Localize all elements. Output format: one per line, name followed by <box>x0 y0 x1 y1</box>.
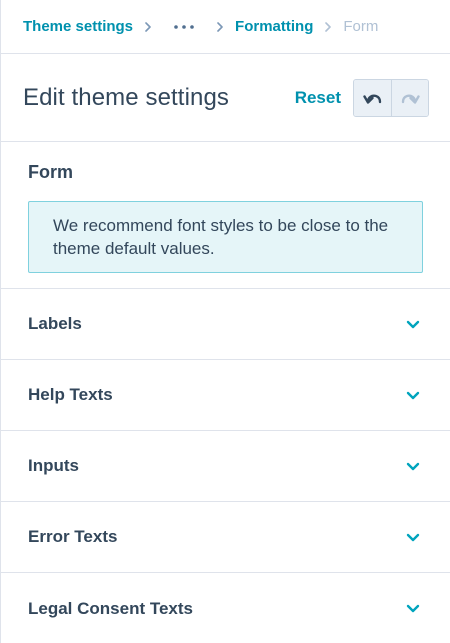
section-title: Form <box>28 162 73 182</box>
theme-settings-panel: Theme settings Formatting Form Edit them… <box>0 0 450 643</box>
chevron-right-icon <box>317 19 339 35</box>
breadcrumb-more-icon[interactable] <box>169 17 199 37</box>
accordion-label: Inputs <box>28 456 79 475</box>
chevron-down-icon <box>406 319 420 329</box>
chevron-down-icon <box>406 604 420 614</box>
accordion-error-texts[interactable]: Error Texts <box>1 502 450 573</box>
accordion-legal-consent-texts[interactable]: Legal Consent Texts <box>1 573 450 643</box>
undo-icon <box>362 94 381 104</box>
breadcrumb-formatting[interactable]: Formatting <box>235 18 313 35</box>
info-notice: We recommend font styles to be close to … <box>28 201 423 273</box>
reset-button[interactable]: Reset <box>295 88 341 108</box>
form-section: Form We recommend font styles to be clos… <box>1 142 450 289</box>
accordion-labels[interactable]: Labels <box>1 289 450 360</box>
chevron-down-icon <box>406 390 420 400</box>
breadcrumb-theme-settings[interactable]: Theme settings <box>23 18 133 35</box>
redo-button[interactable] <box>391 79 428 116</box>
accordion-label: Labels <box>28 314 82 333</box>
panel-header: Edit theme settings Reset <box>1 54 450 142</box>
accordion-label: Error Texts <box>28 527 118 546</box>
accordion-label: Legal Consent Texts <box>28 598 193 618</box>
redo-icon <box>401 94 420 104</box>
undo-button[interactable] <box>354 79 391 116</box>
breadcrumb-current: Form <box>343 18 379 35</box>
accordion-inputs[interactable]: Inputs <box>1 431 450 502</box>
history-button-group <box>353 78 429 117</box>
accordion-label: Help Texts <box>28 385 113 404</box>
chevron-right-icon <box>209 19 231 35</box>
chevron-down-icon <box>406 461 420 471</box>
chevron-down-icon <box>406 532 420 542</box>
accordion-help-texts[interactable]: Help Texts <box>1 360 450 431</box>
page-title: Edit theme settings <box>23 83 230 111</box>
breadcrumb: Theme settings Formatting Form <box>1 0 450 54</box>
chevron-right-icon <box>137 19 159 35</box>
